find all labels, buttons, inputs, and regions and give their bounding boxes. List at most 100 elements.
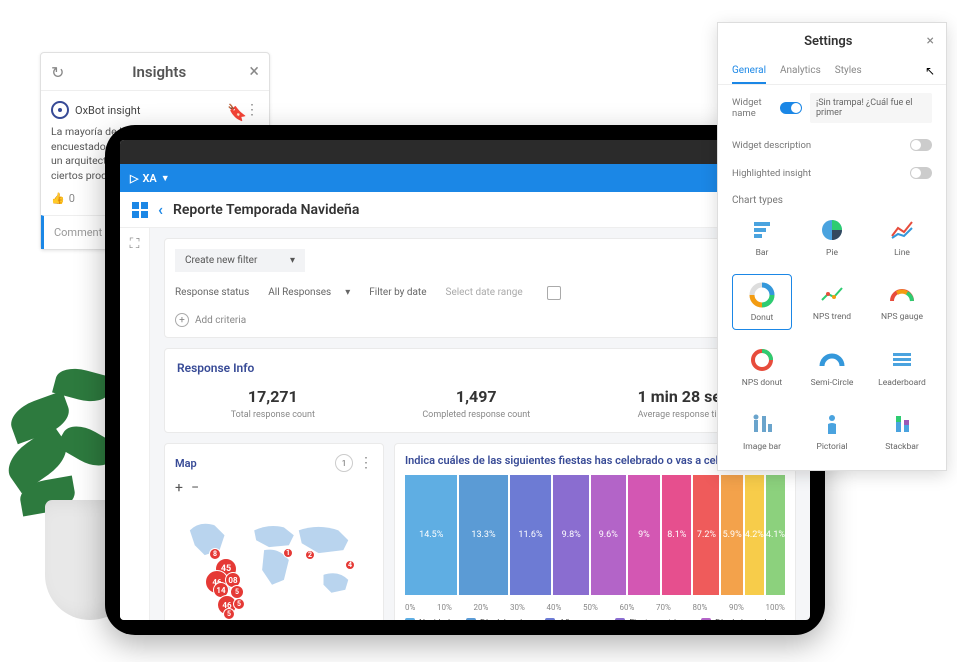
calendar-icon[interactable]: [547, 286, 561, 300]
side-toolbar: ⛶: [120, 228, 150, 620]
bar-segment: 5.9%: [721, 475, 742, 595]
image-bar-icon: [748, 410, 776, 438]
stackbar-icon: [888, 410, 916, 438]
map-bubble: 5: [233, 598, 245, 610]
filter-panel: Create new filter▾ Response status All R…: [164, 238, 796, 338]
app-bar: ▷ XA ▼: [120, 164, 810, 192]
chevron-down-icon: ▾: [290, 255, 295, 266]
tab-general[interactable]: General: [732, 59, 766, 84]
brand-logo: ▷: [130, 172, 138, 185]
zoom-out-button[interactable]: −: [191, 480, 199, 496]
map-title: Map: [175, 457, 329, 470]
highlighted-label: Highlighted insight: [732, 168, 902, 179]
add-criteria-button[interactable]: + Add criteria: [175, 313, 785, 327]
nps-donut-icon: [748, 346, 776, 374]
chart-type-nps-donut[interactable]: NPS donut: [732, 340, 792, 394]
bookmark-icon[interactable]: 🔖: [227, 103, 239, 117]
chart-legend: Navidad Día del padre Año nuevo Fiestas pat…: [405, 618, 785, 620]
map-bubble: 5: [223, 608, 235, 620]
back-icon[interactable]: ‹: [158, 200, 163, 219]
chart-type-semi-circle[interactable]: Semi-Circle: [802, 340, 862, 394]
bar-segment: 14.5%: [405, 475, 457, 595]
app-brand[interactable]: ▷ XA ▼: [130, 172, 170, 185]
refresh-icon[interactable]: ↻: [51, 63, 69, 81]
expand-icon[interactable]: ⛶: [127, 236, 143, 252]
legend-item: Día del padre: [466, 618, 529, 620]
chart-type-nps-gauge[interactable]: NPS gauge: [872, 274, 932, 330]
chart-type-nps-trend[interactable]: NPS trend: [802, 274, 862, 330]
bar-segment: 7.2%: [693, 475, 719, 595]
chart-type-bar[interactable]: Bar: [732, 210, 792, 264]
map-bubble: 2: [305, 550, 315, 560]
map-bubble: 8: [209, 548, 221, 560]
pictorial-icon: [818, 410, 846, 438]
chart-type-label: NPS trend: [813, 312, 851, 322]
map-bubble: 1: [283, 548, 293, 558]
grid-icon[interactable]: [132, 202, 148, 218]
bar-segment: 4.1%: [766, 475, 785, 595]
more-icon[interactable]: ⋮: [245, 102, 259, 118]
date-range-select[interactable]: Select date range: [437, 282, 537, 303]
chart-type-label: NPS donut: [742, 378, 782, 388]
donut-icon: [748, 281, 776, 309]
bar-segment: 13.3%: [459, 475, 507, 595]
map-widget: Map 1 ⋮ + −: [164, 443, 384, 620]
close-icon[interactable]: ×: [249, 61, 259, 82]
likes-count: 0: [69, 192, 75, 205]
settings-title: Settings: [730, 34, 927, 49]
nps-trend-icon: [818, 280, 846, 308]
stat-total: 17,271 Total response count: [231, 387, 315, 420]
chart-type-label: Line: [894, 248, 910, 258]
insights-title: Insights: [69, 63, 249, 81]
chart-type-donut[interactable]: Donut: [732, 274, 792, 330]
chart-type-label: Pictorial: [816, 442, 847, 452]
chart-type-pie[interactable]: Pie: [802, 210, 862, 264]
chevron-down-icon: ▾: [345, 287, 350, 298]
report-title: Reporte Temporada Navideña: [173, 202, 727, 218]
thumbs-up-icon[interactable]: 👍: [51, 192, 65, 205]
chart-type-grid: BarPie Line Donut NPS trend NPS gauge NPS don…: [718, 210, 946, 458]
insight-item-title: OxBot insight: [75, 104, 221, 117]
bar-segment: 9.8%: [553, 475, 588, 595]
widget-name-toggle[interactable]: [780, 102, 802, 114]
chart-type-pictorial[interactable]: Pictorial: [802, 404, 862, 458]
create-filter-dropdown[interactable]: Create new filter▾: [175, 249, 305, 272]
chart-type-image-bar[interactable]: Image bar: [732, 404, 792, 458]
response-status-select[interactable]: All Responses▾: [259, 282, 359, 303]
nps-gauge-icon: [888, 280, 916, 308]
world-map[interactable]: 45 46 08 14 5 46 5 5 1 2 4 8: [175, 500, 373, 620]
map-bubble: 4: [345, 560, 355, 570]
settings-panel: Settings × General Analytics Styles Widg…: [717, 22, 947, 471]
legend-item: Navidad: [405, 618, 450, 620]
widget-desc-toggle[interactable]: [910, 139, 932, 151]
zoom-in-button[interactable]: +: [175, 480, 183, 496]
chart-type-leaderboard[interactable]: Leaderboard: [872, 340, 932, 394]
tab-styles[interactable]: Styles: [835, 59, 862, 84]
pie-icon: [818, 216, 846, 244]
bar-segment: 11.6%: [510, 475, 552, 595]
filter-by-date-label: Filter by date: [369, 287, 426, 298]
legend-item: Año nuevo: [545, 618, 599, 620]
chart-x-axis: 0%10%20%30%40%50%60%70%80%90%100%: [405, 603, 785, 612]
legend-item: Fiestas patrias: [615, 618, 685, 620]
stacked-bar-chart: 14.5%13.3%11.6%9.8%9.6%9%8.1%7.2%5.9%4.2…: [405, 475, 785, 595]
mouse-cursor: ↖: [925, 64, 935, 78]
line-icon: [888, 216, 916, 244]
response-info-title: Response Info: [177, 361, 783, 375]
highlighted-toggle[interactable]: [910, 167, 932, 179]
widget-name-input[interactable]: ¡Sin trampa! ¿Cuál fue el primer: [810, 93, 932, 123]
stat-avg-time: 1 min 28 sec Average response time: [638, 387, 730, 420]
bar-segment: 9%: [628, 475, 661, 595]
tab-analytics[interactable]: Analytics: [780, 59, 821, 84]
more-icon[interactable]: ⋮: [359, 455, 373, 471]
chart-type-label: Leaderboard: [878, 378, 926, 388]
response-info-card: Response Info 17,271 Total response coun…: [164, 348, 796, 433]
chart-type-stackbar[interactable]: Stackbar: [872, 404, 932, 458]
widget-name-label: Widget name: [732, 97, 772, 119]
bar-icon: [748, 216, 776, 244]
bar-segment: 9.6%: [591, 475, 626, 595]
stat-completed: 1,497 Completed response count: [422, 387, 530, 420]
close-icon[interactable]: ×: [927, 33, 934, 49]
chart-type-line[interactable]: Line: [872, 210, 932, 264]
plus-icon: +: [175, 313, 189, 327]
